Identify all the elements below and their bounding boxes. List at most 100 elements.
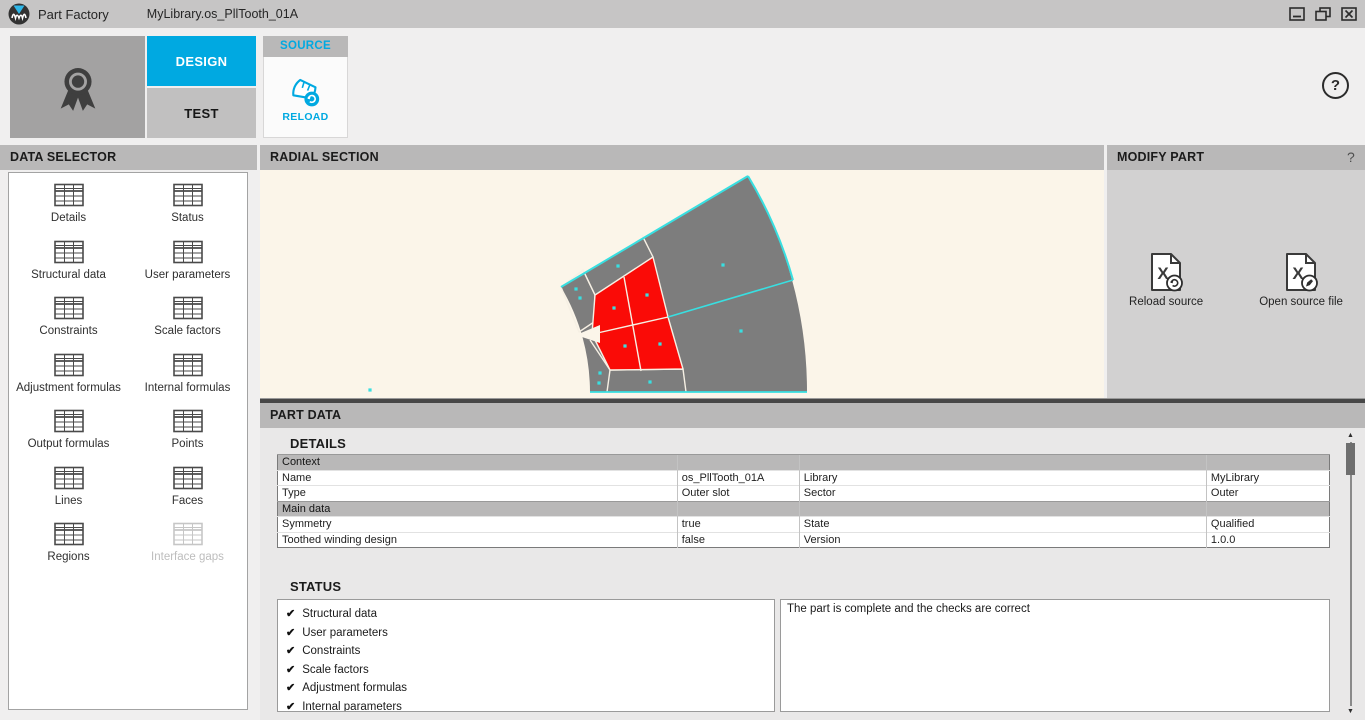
status-check-label: Constraints <box>302 645 360 657</box>
reload-sector-icon <box>287 72 325 108</box>
table-icon <box>173 240 203 264</box>
table-icon <box>54 522 84 546</box>
table-icon <box>173 296 203 320</box>
table-icon <box>173 409 203 433</box>
data-selector-item-scale-factors[interactable]: Scale factors <box>128 296 247 353</box>
reload-source-label: Reload source <box>1129 296 1203 308</box>
data-selector-item-points[interactable]: Points <box>128 409 247 466</box>
radial-section-canvas[interactable] <box>260 170 1104 398</box>
qualification-badge <box>10 36 145 138</box>
table-icon <box>173 183 203 207</box>
table-icon <box>173 353 203 377</box>
source-group: SOURCE RELOAD <box>263 36 348 138</box>
tab-test[interactable]: TEST <box>147 88 256 138</box>
scrollbar-down-arrow[interactable]: ▼ <box>1344 707 1357 717</box>
modify-part-header: MODIFY PART ? <box>1107 145 1365 170</box>
data-selector-item-structural-data[interactable]: Structural data <box>9 240 128 297</box>
details-table: ContextNameos_PllTooth_01ALibraryMyLibra… <box>277 454 1330 548</box>
data-selector-item-label: User parameters <box>145 269 231 281</box>
table-row: Nameos_PllTooth_01ALibraryMyLibrary <box>278 470 1330 486</box>
data-selector-item-user-parameters[interactable]: User parameters <box>128 240 247 297</box>
radial-section-header: RADIAL SECTION <box>260 145 1104 170</box>
data-selector-item-label: Output formulas <box>28 438 110 450</box>
mode-tabs: DESIGN TEST <box>147 36 256 138</box>
minimize-icon[interactable] <box>1289 7 1305 21</box>
table-icon <box>54 240 84 264</box>
details-section-title: DETAILS <box>290 436 346 451</box>
reload-button[interactable]: RELOAD <box>263 57 348 138</box>
table-icon <box>173 466 203 490</box>
data-selector-item-adjustment-formulas[interactable]: Adjustment formulas <box>9 353 128 410</box>
status-check-item: ✔ Constraints <box>286 642 766 661</box>
check-icon: ✔ <box>286 627 295 639</box>
data-selector-item-label: Scale factors <box>154 325 220 337</box>
reload-source-button[interactable]: X Reload source <box>1129 252 1203 398</box>
medal-icon <box>52 61 104 113</box>
open-source-file-label: Open source file <box>1259 296 1343 308</box>
status-check-item: ✔Adjustment formulas <box>286 679 766 698</box>
data-selector-item-details[interactable]: Details <box>9 183 128 240</box>
data-selector-item-label: Points <box>172 438 204 450</box>
data-selector-item-label: Interface gaps <box>151 551 224 563</box>
scrollbar-track[interactable] <box>1350 442 1352 706</box>
data-selector-item-label: Details <box>51 212 86 224</box>
data-selector-item-label: Status <box>171 212 204 224</box>
app-name: Part Factory <box>38 7 109 22</box>
status-check-label: Internal parameters <box>302 701 402 713</box>
data-selector-item-interface-gaps: Interface gaps <box>128 522 247 579</box>
table-icon <box>54 409 84 433</box>
data-selector-item-label: Lines <box>55 495 83 507</box>
check-icon: ✔ <box>286 682 295 694</box>
scrollbar-up-arrow[interactable]: ▲ <box>1344 431 1357 441</box>
open-source-file-button[interactable]: X Open source file <box>1259 252 1343 398</box>
scrollbar-thumb[interactable] <box>1346 443 1355 475</box>
data-selector-item-label: Adjustment formulas <box>16 382 121 394</box>
radial-section-drawing <box>260 170 1104 398</box>
modify-part-body: X Reload source X Open source file <box>1107 170 1365 398</box>
data-selector-grid: Details Status Structural data User paramet… <box>9 173 247 579</box>
status-section-title: STATUS <box>290 579 341 594</box>
table-icon <box>54 296 84 320</box>
table-row: TypeOuter slotSectorOuter <box>278 486 1330 502</box>
table-icon <box>54 353 84 377</box>
status-check-label: Scale factors <box>302 664 368 676</box>
status-message-box: The part is complete and the checks are … <box>780 599 1330 712</box>
part-data-panel: PART DATA DETAILS ContextNameos_PllTooth… <box>260 403 1365 720</box>
data-selector-item-label: Regions <box>47 551 89 563</box>
data-selector-item-label: Constraints <box>39 325 97 337</box>
restore-icon[interactable] <box>1315 7 1331 21</box>
window-controls <box>1289 7 1357 21</box>
tab-design[interactable]: DESIGN <box>147 36 256 86</box>
check-icon: ✔ <box>286 645 295 657</box>
app-logo-icon <box>8 3 30 25</box>
part-data-scrollbar: ▲ ▼ <box>1344 431 1357 717</box>
details-table-body: ContextNameos_PllTooth_01ALibraryMyLibra… <box>278 455 1330 548</box>
close-icon[interactable] <box>1341 7 1357 21</box>
status-check-label: Structural data <box>302 608 377 620</box>
status-message: The part is complete and the checks are … <box>787 603 1030 615</box>
data-selector-box: Details Status Structural data User paramet… <box>8 172 248 710</box>
status-check-item: ✔ Structural data <box>286 605 766 624</box>
data-selector-header: DATA SELECTOR <box>0 145 257 170</box>
data-selector-item-status[interactable]: Status <box>128 183 247 240</box>
data-selector-panel: DATA SELECTOR Details Status Structural da… <box>0 145 257 720</box>
table-row: Toothed winding designfalseVersion1.0.0 <box>278 532 1330 548</box>
data-selector-item-constraints[interactable]: Constraints <box>9 296 128 353</box>
modify-part-help-icon[interactable]: ? <box>1347 145 1355 170</box>
radial-section-panel: RADIAL SECTION <box>260 145 1104 398</box>
data-selector-item-regions[interactable]: Regions <box>9 522 128 579</box>
modify-part-panel: MODIFY PART ? X Reload source X Open s <box>1107 145 1365 398</box>
check-icon: ✔ <box>286 608 295 620</box>
help-icon[interactable]: ? <box>1322 72 1349 99</box>
details-group-row: Main data <box>278 501 1330 517</box>
source-group-label: SOURCE <box>263 36 348 57</box>
data-selector-item-internal-formulas[interactable]: Internal formulas <box>128 353 247 410</box>
data-selector-item-lines[interactable]: Lines <box>9 466 128 523</box>
data-selector-item-faces[interactable]: Faces <box>128 466 247 523</box>
open-source-file-icon: X <box>1284 252 1318 292</box>
status-check-label: User parameters <box>302 627 388 639</box>
check-icon: ✔ <box>286 664 295 676</box>
data-selector-item-output-formulas[interactable]: Output formulas <box>9 409 128 466</box>
status-check-item: ✔ Internal parameters <box>286 698 766 713</box>
check-icon: ✔ <box>286 701 295 713</box>
